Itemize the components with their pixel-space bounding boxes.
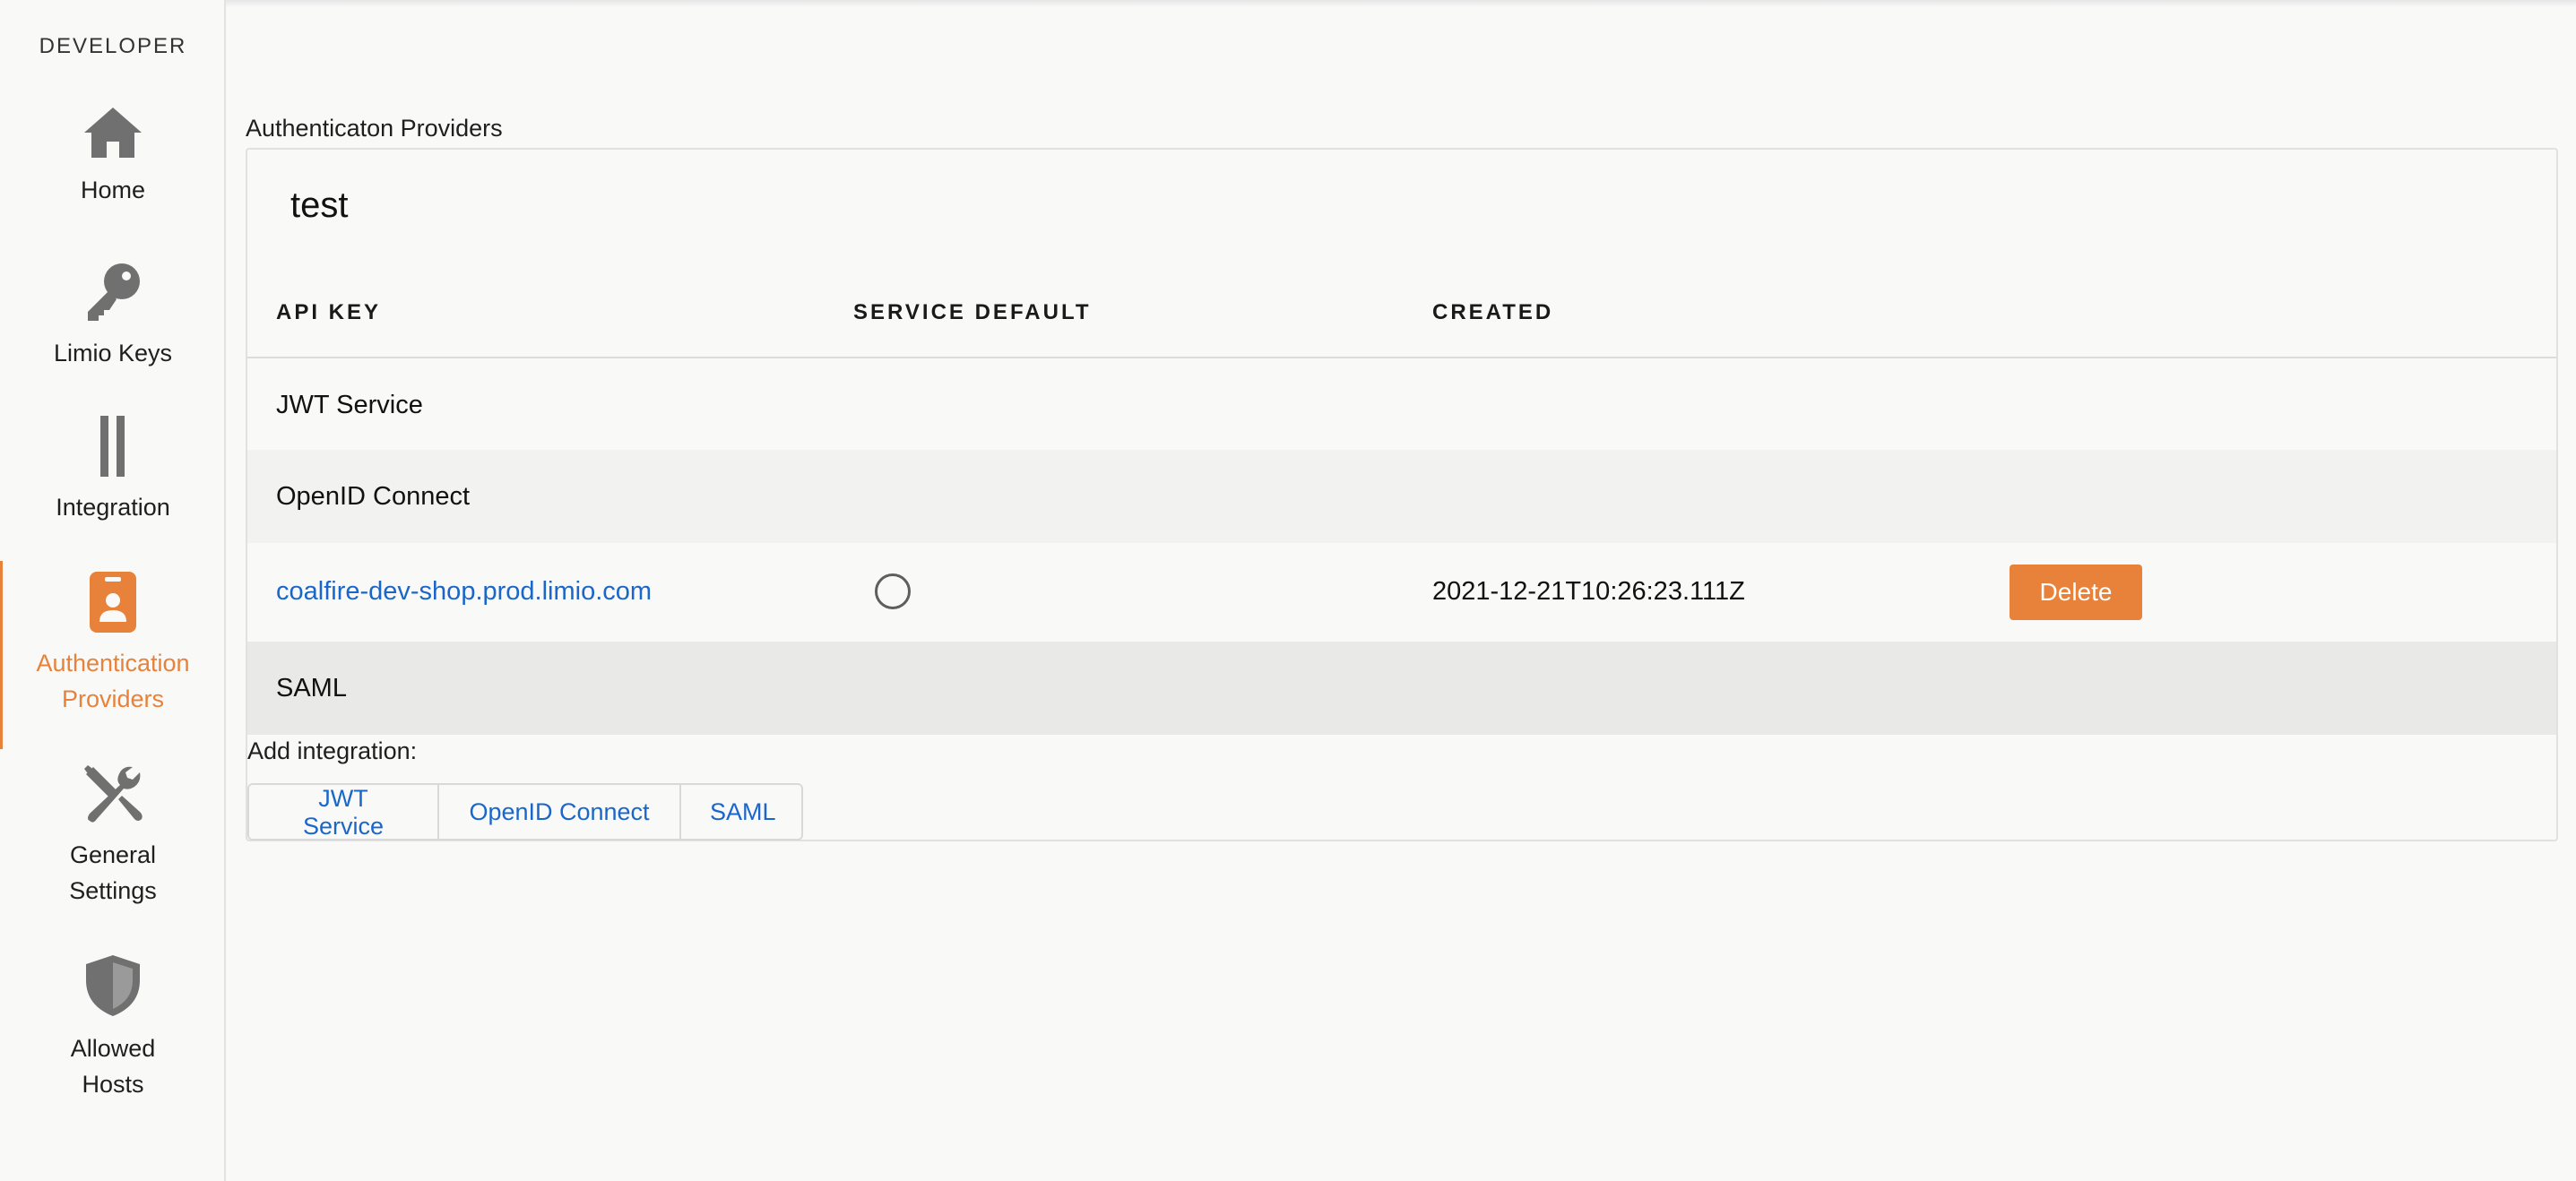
sidebar-item-label: Authentication Providers	[36, 650, 190, 712]
card-title: test	[290, 185, 349, 225]
sidebar-item-label: Home	[80, 177, 146, 203]
sidebar-item-general-settings[interactable]: General Settings	[0, 763, 226, 909]
group-row-openid-connect: OpenID Connect	[247, 450, 2556, 543]
add-jwt-service-button[interactable]: JWT Service	[249, 785, 437, 839]
group-label: SAML	[276, 674, 347, 703]
integration-icon	[100, 416, 125, 477]
tools-icon	[84, 765, 143, 823]
page-title: Authenticaton Providers	[246, 115, 503, 142]
sidebar-item-label: Limio Keys	[53, 340, 173, 366]
id-badge-icon	[90, 572, 136, 633]
delete-button[interactable]: Delete	[2010, 565, 2142, 620]
column-header-api-key: API KEY	[276, 300, 382, 324]
table-row: coalfire-dev-shop.prod.limio.com 2021-12…	[247, 543, 2556, 642]
sidebar-item-label: General Settings	[69, 841, 157, 904]
created-timestamp: 2021-12-21T10:26:23.111Z	[1432, 577, 1745, 606]
sidebar-item-authentication-providers[interactable]: Authentication Providers	[0, 561, 226, 749]
column-header-service-default: SERVICE DEFAULT	[853, 300, 1092, 324]
service-default-radio[interactable]	[875, 573, 911, 609]
sidebar-item-home[interactable]: Home	[0, 106, 226, 208]
add-openid-connect-button[interactable]: OpenID Connect	[437, 785, 679, 839]
sidebar-item-allowed-hosts[interactable]: Allowed Hosts	[0, 953, 226, 1102]
shield-icon	[86, 955, 140, 1016]
sidebar-item-label: Integration	[56, 494, 170, 521]
home-icon	[84, 108, 142, 158]
sidebar: DEVELOPER Home Limio Keys Integration Au…	[0, 0, 226, 1181]
column-header-created: CREATED	[1432, 300, 1554, 324]
sidebar-item-integration[interactable]: Integration	[0, 416, 226, 525]
add-saml-button[interactable]: SAML	[679, 785, 801, 839]
key-icon	[88, 263, 140, 321]
api-key-link[interactable]: coalfire-dev-shop.prod.limio.com	[276, 577, 652, 607]
add-integration-label: Add integration:	[247, 737, 418, 764]
add-integration-button-group: JWT Service OpenID Connect SAML	[247, 783, 803, 840]
provider-card: test API KEY SERVICE DEFAULT CREATED JWT…	[246, 148, 2558, 841]
top-divider	[0, 0, 2576, 7]
group-label: JWT Service	[276, 391, 423, 419]
sidebar-item-limio-keys[interactable]: Limio Keys	[0, 260, 226, 371]
group-row-saml: SAML	[247, 642, 2556, 735]
group-label: OpenID Connect	[276, 482, 471, 511]
group-row-jwt-service: JWT Service	[247, 358, 2556, 450]
sidebar-heading: DEVELOPER	[39, 34, 187, 58]
sidebar-item-label: Allowed Hosts	[70, 1035, 156, 1098]
